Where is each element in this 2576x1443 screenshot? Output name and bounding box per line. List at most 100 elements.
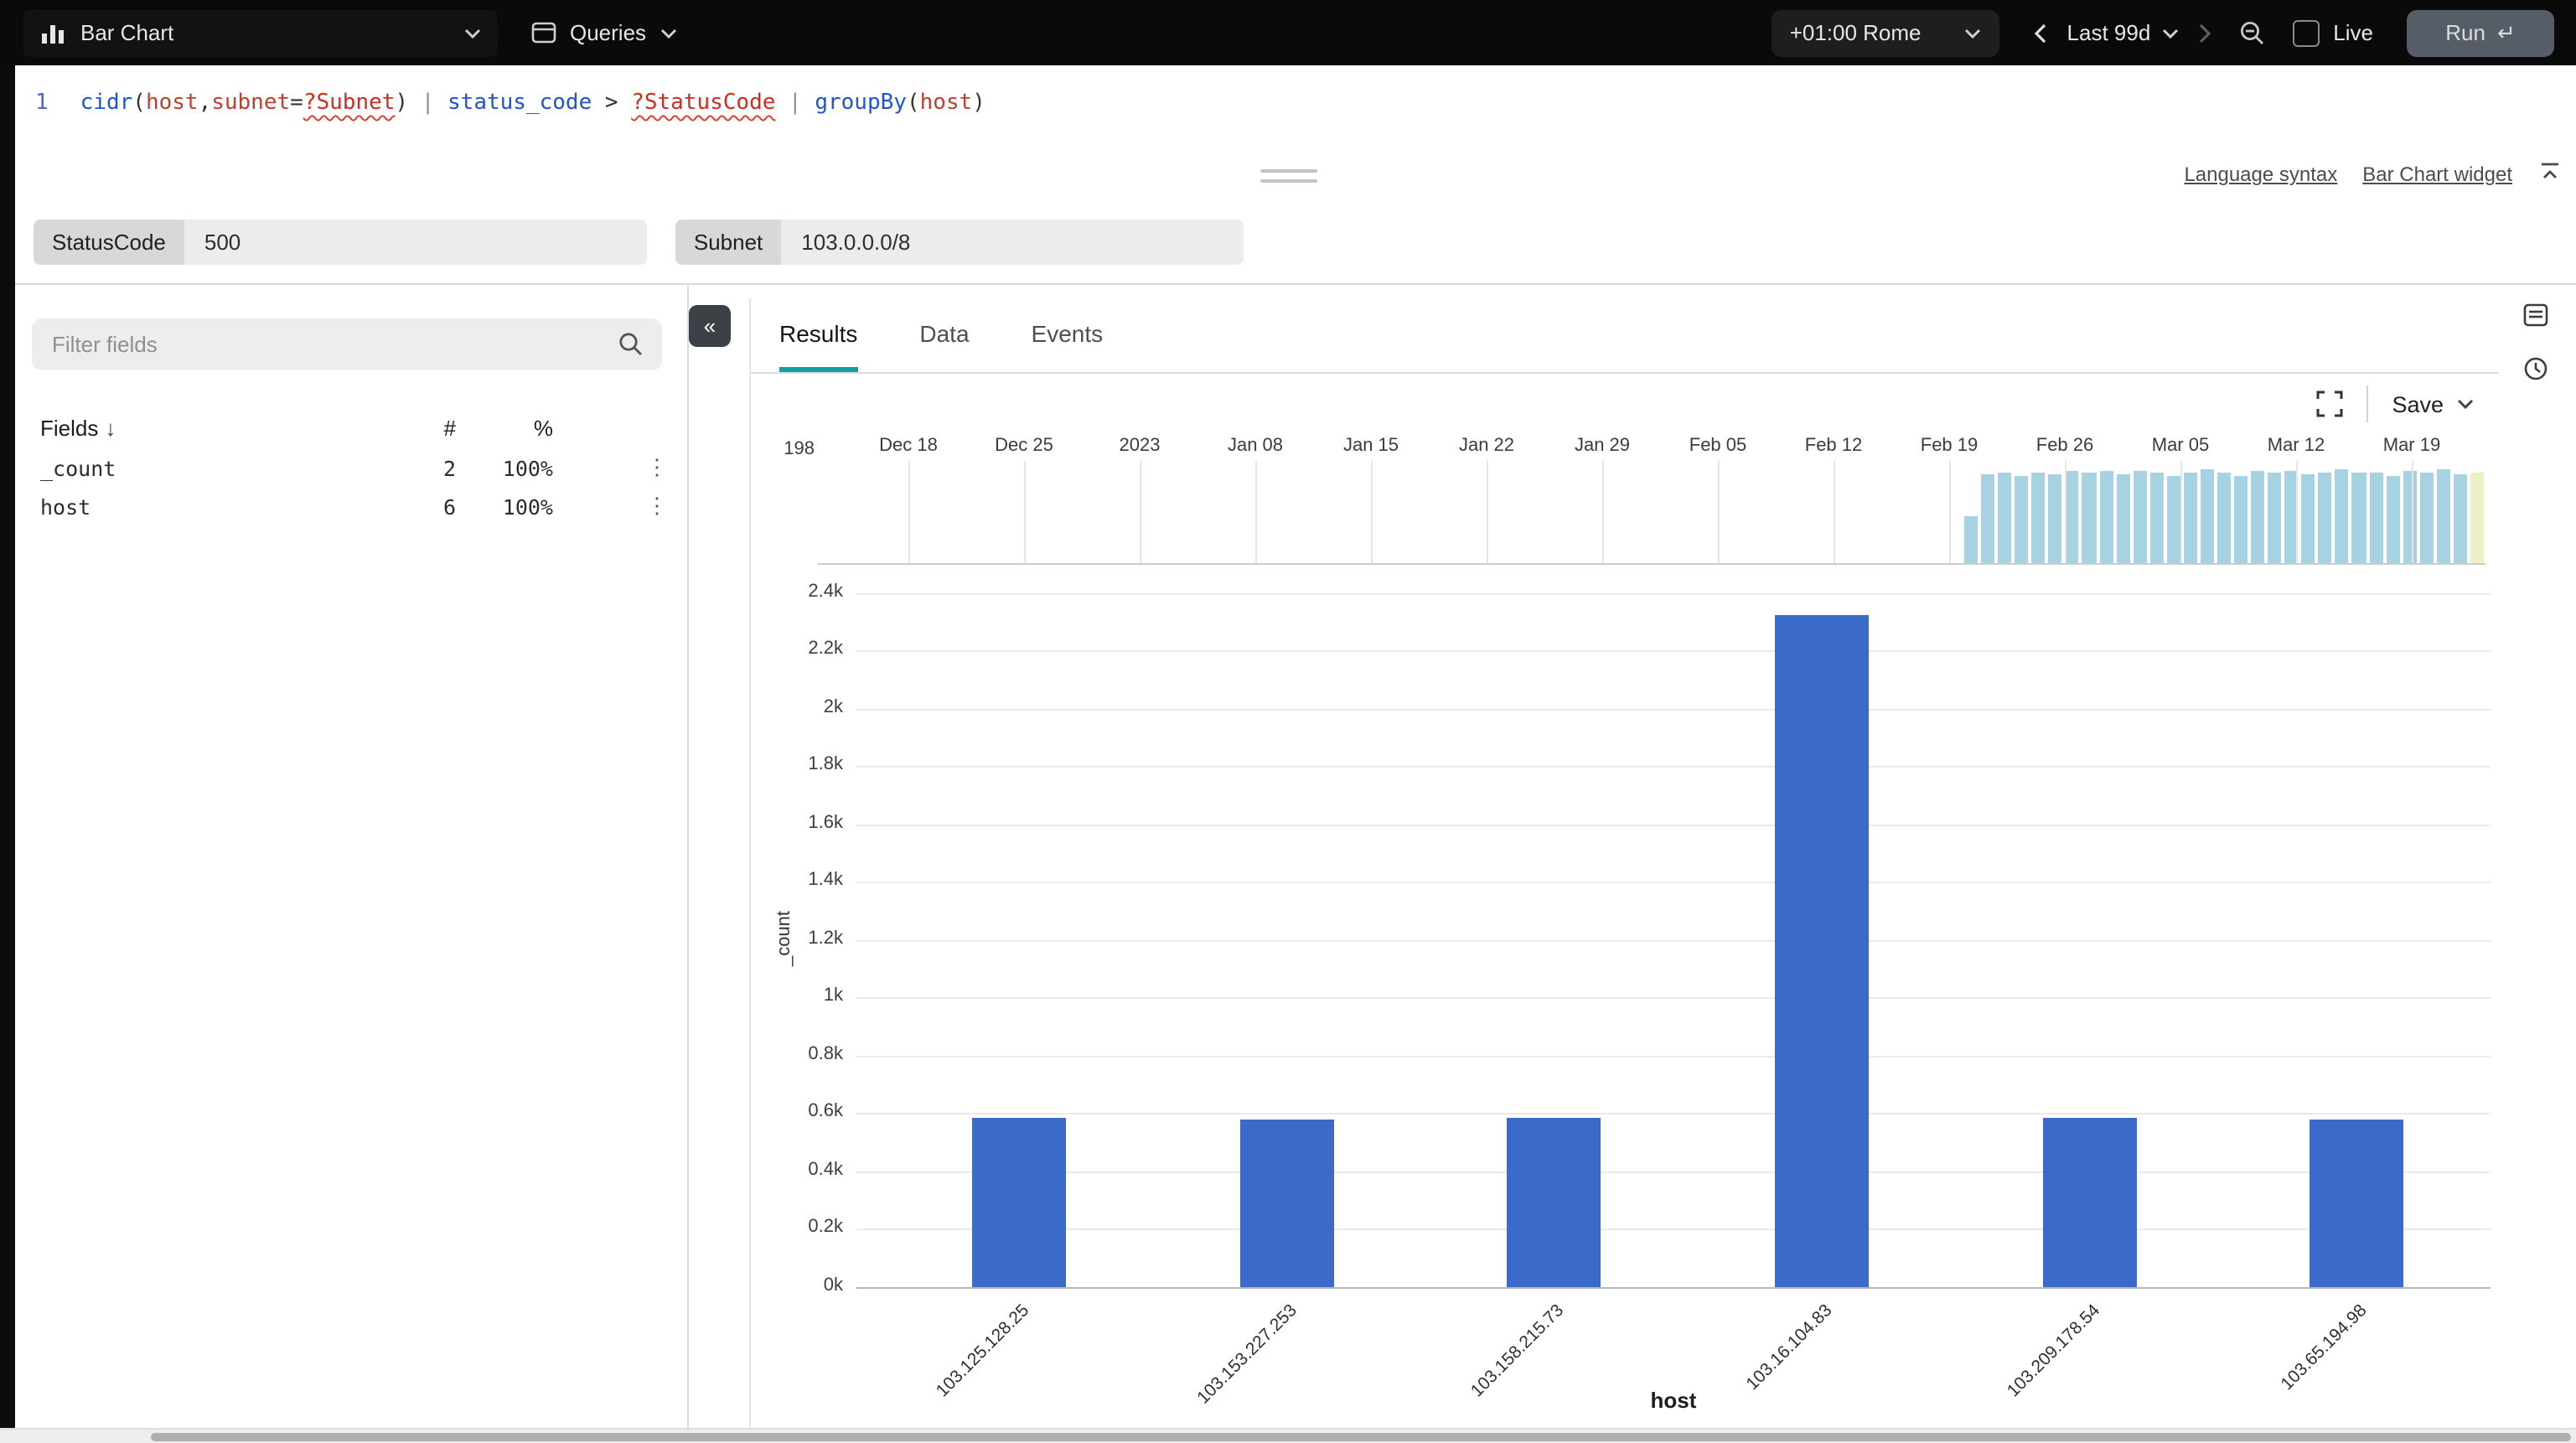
bar[interactable]: [1774, 615, 1869, 1287]
timeline-bar[interactable]: [2351, 473, 2366, 563]
query-token: >: [592, 91, 632, 116]
timeline-tick-label: Jan 15: [1342, 436, 1399, 456]
query-token: |: [775, 91, 815, 116]
query-editor[interactable]: 1 cidr(host,subnet=?Subnet) | status_cod…: [35, 91, 985, 116]
timeline-bar[interactable]: [2015, 476, 2029, 563]
bar[interactable]: [971, 1118, 1066, 1287]
save-button[interactable]: Save: [2392, 391, 2474, 416]
timeline-tick-label: Feb 05: [1689, 436, 1747, 456]
timeline-gridline: [1024, 461, 1026, 563]
kebab-menu-icon[interactable]: ⋮: [642, 456, 672, 481]
collapse-editor-button[interactable]: [2539, 161, 2561, 183]
zoom-out-button[interactable]: [2239, 19, 2266, 46]
query-token: (: [906, 91, 920, 116]
results-toolbar: Save: [2316, 382, 2474, 426]
tab-data[interactable]: Data: [919, 298, 969, 372]
y-tick-label: 1.6k: [808, 813, 843, 833]
scrollbar-thumb[interactable]: [151, 1433, 2571, 1441]
view-type-select[interactable]: Bar Chart: [23, 9, 498, 56]
parameter-value-input[interactable]: 500: [184, 220, 647, 265]
query-token: |: [408, 91, 448, 116]
bar-cell: 103.65.194.98: [2223, 593, 2491, 1394]
bar[interactable]: [2310, 1120, 2404, 1287]
field-row[interactable]: host 6 100% ⋮: [15, 494, 689, 533]
timeline-bar[interactable]: [2183, 473, 2197, 563]
timeline-bar[interactable]: [2234, 476, 2248, 563]
bar[interactable]: [1239, 1120, 1333, 1287]
timeline-bar[interactable]: [1998, 473, 2012, 563]
timeline-bar[interactable]: [2031, 473, 2046, 563]
timeline-bar[interactable]: [2149, 473, 2164, 563]
search-icon: [619, 333, 642, 355]
timeline-bar[interactable]: [2166, 476, 2180, 563]
fullscreen-button[interactable]: [2316, 390, 2343, 417]
query-token: cidr: [80, 91, 133, 116]
next-range-button[interactable]: [2189, 16, 2222, 49]
query-text[interactable]: cidr(host,subnet=?Subnet) | status_code …: [80, 91, 985, 116]
bar-chart-widget-link[interactable]: Bar Chart widget: [2362, 163, 2512, 186]
tab-events[interactable]: Events: [1032, 298, 1104, 372]
bar[interactable]: [2042, 1118, 2137, 1287]
timeline-bar[interactable]: [2369, 473, 2383, 563]
bar[interactable]: [1507, 1118, 1601, 1287]
tab-results[interactable]: Results: [779, 298, 858, 372]
query-editor-section: 1 cidr(host,subnet=?Subnet) | status_cod…: [0, 65, 2576, 285]
timeline-bar[interactable]: [2453, 474, 2467, 563]
timeline-bar[interactable]: [2403, 471, 2417, 563]
timeline-bar[interactable]: [2048, 474, 2062, 563]
field-count: 6: [442, 494, 456, 520]
timeline-bar[interactable]: [2386, 476, 2400, 563]
timeline-bar[interactable]: [2216, 473, 2231, 563]
timeline-bar[interactable]: [2419, 473, 2434, 563]
language-syntax-link[interactable]: Language syntax: [2184, 163, 2337, 186]
bar-chart-icon: [40, 20, 65, 45]
timeline-gridline: [1487, 461, 1488, 563]
percent-column-header: %: [533, 416, 553, 441]
fullscreen-icon: [2316, 390, 2343, 417]
details-panel-button[interactable]: [2522, 302, 2549, 328]
timeline-bar[interactable]: [2200, 469, 2214, 563]
horizontal-scrollbar[interactable]: [0, 1428, 2576, 1443]
timeline-bar[interactable]: [1981, 474, 1995, 563]
collapse-fields-panel-button[interactable]: «: [689, 305, 731, 347]
field-row[interactable]: _count 2 100% ⋮: [15, 456, 689, 494]
parameter-value-input[interactable]: 103.0.0.0/8: [781, 220, 1244, 265]
timeline-bar[interactable]: [2099, 471, 2113, 563]
run-button[interactable]: Run ↵: [2407, 9, 2554, 56]
timeline-bar[interactable]: [2268, 473, 2282, 563]
timeline-bar[interactable]: [2065, 471, 2079, 563]
results-card: Results Data Events Save 198 Dec 18 Dec 25 2…: [749, 298, 2501, 1428]
line-number: 1: [35, 91, 49, 116]
fields-column-header: Fields ↓: [40, 416, 116, 441]
save-label: Save: [2392, 391, 2444, 416]
live-checkbox[interactable]: [2293, 19, 2320, 46]
query-token: ?Subnet: [303, 91, 396, 116]
query-history-button[interactable]: [2522, 355, 2549, 382]
timeline-bar[interactable]: [2082, 473, 2096, 563]
timeline-bar[interactable]: [2251, 471, 2265, 563]
timeline-bar[interactable]: [2116, 474, 2130, 563]
timeline-bar[interactable]: [2133, 471, 2147, 563]
timeline-bar[interactable]: [2301, 474, 2315, 563]
time-range-select[interactable]: Last 99d: [2067, 20, 2180, 45]
filter-fields-box: [32, 318, 662, 370]
previous-range-button[interactable]: [2024, 16, 2057, 49]
timeline-bar[interactable]: [2436, 469, 2450, 563]
kebab-menu-icon[interactable]: ⋮: [642, 494, 672, 520]
count-column-header: #: [443, 416, 456, 441]
timeline-bar[interactable]: [1964, 516, 1979, 563]
field-percent: 100%: [502, 494, 553, 520]
right-icon-strip: [2499, 285, 2576, 1428]
timeline-bar[interactable]: [2470, 473, 2484, 563]
timeline-bar[interactable]: [2335, 469, 2349, 563]
y-tick-label: 0.6k: [808, 1101, 843, 1121]
parameter-name-label: StatusCode: [34, 220, 184, 265]
app-root: Bar Chart Queries +01:00 Rome Last 99d L…: [0, 0, 2576, 1443]
timeline-bar[interactable]: [2318, 473, 2332, 563]
sort-descending-icon[interactable]: ↓: [105, 416, 116, 441]
y-tick-label: 2k: [823, 697, 843, 717]
timezone-select[interactable]: +01:00 Rome: [1771, 9, 2000, 56]
queries-select[interactable]: Queries: [531, 20, 676, 45]
filter-fields-input[interactable]: [32, 318, 662, 370]
editor-resize-handle[interactable]: [1260, 169, 1316, 189]
